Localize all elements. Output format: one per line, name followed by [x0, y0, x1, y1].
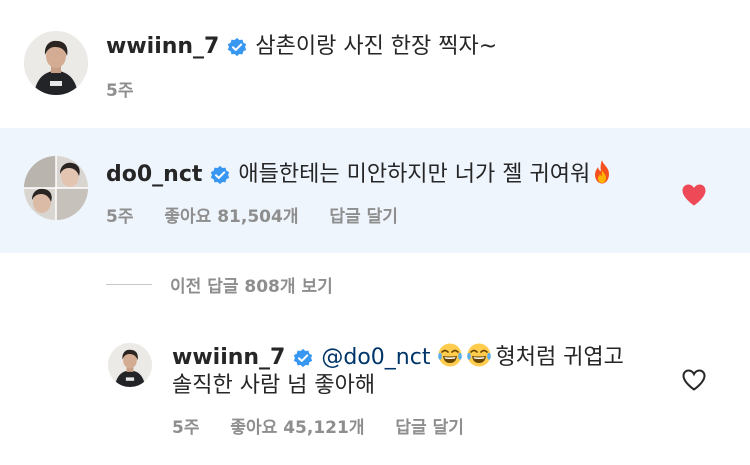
caption-meta: 5주 — [106, 76, 158, 101]
heart-filled-icon — [682, 184, 706, 206]
reply-likes[interactable]: 좋아요 45,121개 — [230, 418, 364, 438]
comment: do0_nct 애들한테는 미안하지만 너가 젤 귀여워 — [106, 159, 614, 189]
tears-of-joy-emoji-icon — [437, 342, 463, 368]
comment-thread: wwiinn_7 삼촌이랑 사진 한장 찍자~ 5주 do0_nct 애들한테는… — [0, 0, 750, 465]
caption: wwiinn_7 삼촌이랑 사진 한장 찍자~ — [106, 33, 497, 61]
heart-outline-icon — [682, 369, 706, 391]
tears-of-joy-emoji-icon — [466, 342, 492, 368]
fire-emoji-icon — [590, 159, 614, 185]
comment-username[interactable]: do0_nct — [106, 162, 202, 187]
person-photo-icon — [108, 343, 152, 387]
view-previous-replies-button[interactable]: 이전 답글 808개 보기 — [106, 272, 333, 297]
caption-username[interactable]: wwiinn_7 — [106, 34, 219, 59]
reply-text-line2: 솔직한 사람 넘 좋아해 — [172, 373, 376, 398]
view-replies-label: 이전 답글 808개 보기 — [170, 276, 333, 297]
comment-reply-button[interactable]: 답글 달기 — [329, 207, 397, 227]
reply-time[interactable]: 5주 — [172, 418, 199, 438]
verified-badge-icon — [292, 347, 314, 369]
reply-avatar[interactable] — [108, 343, 152, 387]
divider-line — [106, 283, 152, 285]
comment-avatar[interactable] — [24, 156, 88, 220]
reply-like-button[interactable] — [681, 368, 707, 392]
comment-likes[interactable]: 좋아요 81,504개 — [164, 207, 298, 227]
comment-text: 애들한테는 미안하지만 너가 젤 귀여워 — [238, 162, 591, 187]
verified-badge-icon — [226, 36, 248, 58]
reply-username[interactable]: wwiinn_7 — [172, 345, 285, 370]
highlighted-comment-row — [0, 128, 750, 253]
reply-meta: 5주 좋아요 45,121개 답글 달기 — [172, 413, 489, 438]
caption-avatar[interactable] — [24, 31, 88, 95]
person-photo-icon — [24, 156, 88, 220]
verified-badge-icon — [209, 164, 231, 186]
caption-time[interactable]: 5주 — [106, 81, 133, 101]
comment-meta: 5주 좋아요 81,504개 답글 달기 — [106, 202, 423, 227]
reply-mention-link[interactable]: @do0_nct — [321, 345, 430, 370]
comment-like-button[interactable] — [681, 183, 707, 207]
reply-reply-button[interactable]: 답글 달기 — [395, 418, 463, 438]
person-photo-icon — [24, 31, 88, 95]
comment-time[interactable]: 5주 — [106, 207, 133, 227]
reply: wwiinn_7 @do0_nct 형처럼 귀엽고 솔직한 사람 넘 좋아해 — [172, 342, 672, 400]
caption-text: 삼촌이랑 사진 한장 찍자~ — [255, 34, 498, 59]
reply-text-line1: 형처럼 귀엽고 — [495, 345, 624, 370]
